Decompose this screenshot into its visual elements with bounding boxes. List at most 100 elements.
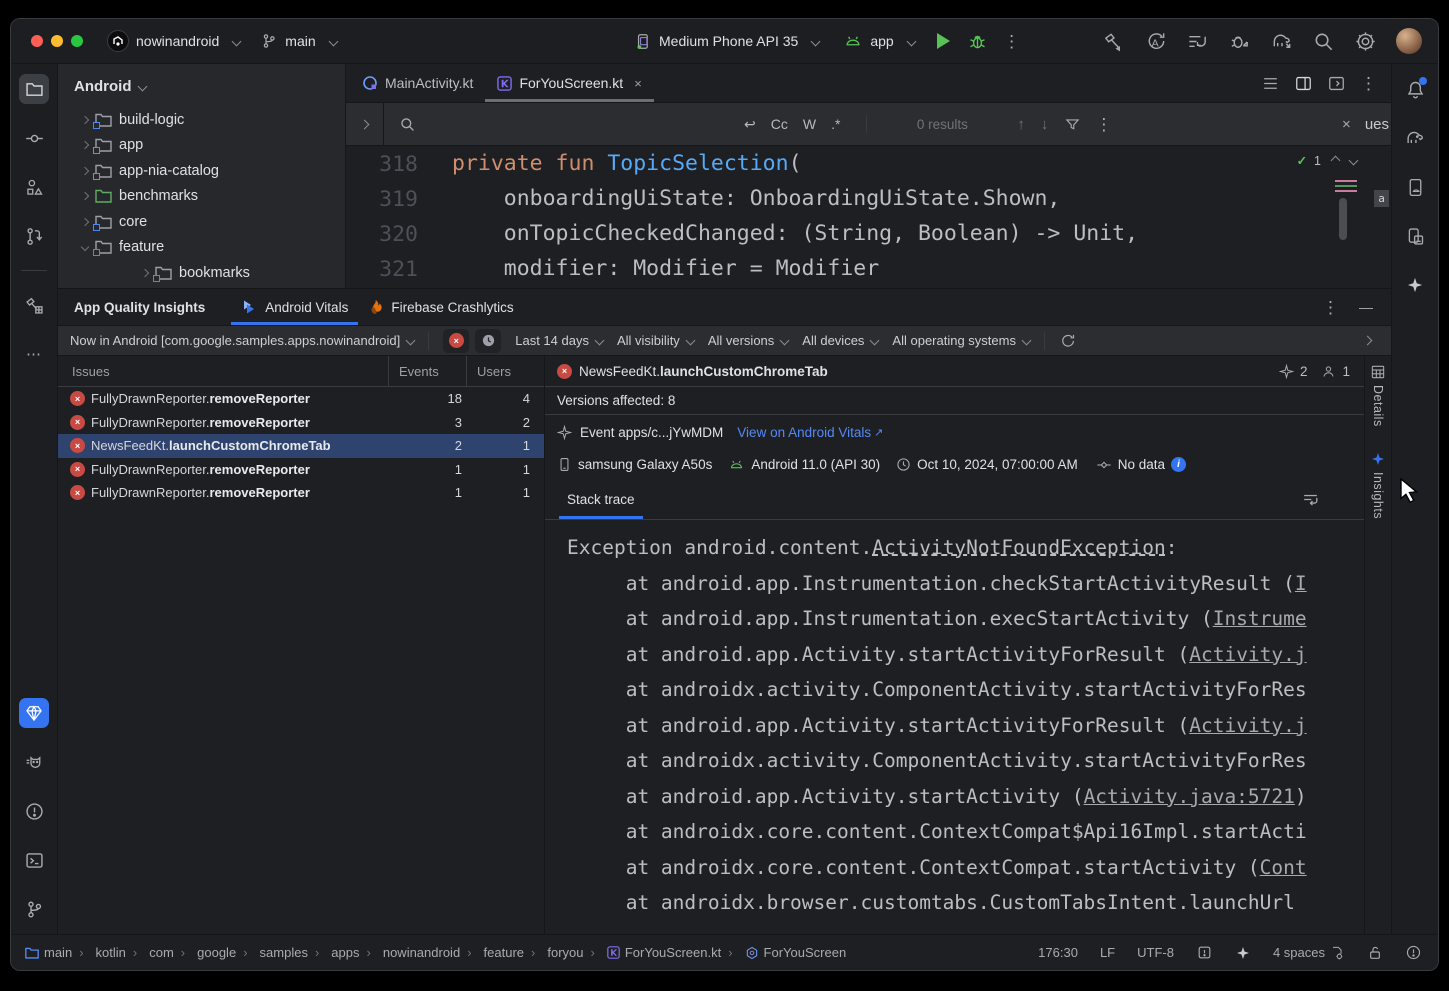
breadcrumb-item[interactable]: nowinandroid	[364, 945, 461, 960]
device-selector[interactable]: Medium Phone API 35	[623, 28, 829, 55]
app-quality-insights-tool-button[interactable]	[19, 698, 49, 728]
source-link[interactable]: Activity.java:5721	[1084, 785, 1295, 808]
search-input[interactable]	[417, 117, 594, 132]
close-tab-icon[interactable]: ×	[634, 76, 642, 91]
project-view-selector[interactable]: Android	[58, 74, 345, 107]
rerun-tasks-icon[interactable]	[1186, 30, 1209, 53]
versions-dropdown[interactable]: All versions	[708, 333, 788, 348]
regex-toggle[interactable]: .*	[831, 116, 840, 132]
tree-item-app-nia-catalog[interactable]: app-nia-catalog	[58, 158, 345, 184]
breadcrumb-item[interactable]: kotlin	[76, 945, 126, 960]
source-link[interactable]: Instrume	[1213, 607, 1307, 630]
column-users[interactable]: Users	[466, 356, 544, 386]
previous-occurrence-icon[interactable]: ↑	[1017, 116, 1025, 133]
breadcrumb-item[interactable]: foryou	[528, 945, 583, 960]
chevron-up-icon[interactable]	[1331, 156, 1341, 166]
words-toggle[interactable]: W	[803, 116, 816, 132]
indent-widget[interactable]: 4 spaces	[1273, 945, 1345, 961]
stack-trace-content[interactable]: Exception android.content.ActivityNotFou…	[545, 520, 1364, 934]
search-more-icon[interactable]: ⋮	[1095, 116, 1112, 133]
code-viewport[interactable]: 318 private fun TopicSelection( 319 onbo…	[346, 146, 1391, 288]
fatal-issues-toggle[interactable]: ×	[443, 329, 469, 353]
tab-stack-trace[interactable]: Stack trace	[559, 480, 643, 519]
terminal-tool-button[interactable]	[19, 845, 49, 875]
sync-run-configuration-icon[interactable]: A	[1144, 30, 1167, 53]
build-tool-button[interactable]	[19, 290, 49, 320]
breadcrumb-item[interactable]: google	[178, 945, 236, 960]
issue-row[interactable]: × FullyDrawnReporter.removeReporter 1 1	[58, 481, 544, 505]
project-tool-button[interactable]	[19, 74, 49, 104]
chevron-down-icon[interactable]	[1349, 156, 1359, 166]
tree-item-app[interactable]: app	[58, 133, 345, 159]
structure-tool-button[interactable]	[19, 172, 49, 202]
breadcrumb-item[interactable]: feature	[464, 945, 524, 960]
inspection-widget[interactable]: ✓ 1	[1297, 153, 1357, 168]
branch-widget[interactable]: main	[250, 28, 346, 54]
source-link[interactable]: Activity.j	[1189, 643, 1306, 666]
user-avatar[interactable]	[1396, 28, 1422, 54]
lock-open-icon[interactable]	[1367, 945, 1383, 961]
expand-search-icon[interactable]	[346, 103, 384, 145]
run-button[interactable]	[929, 26, 959, 56]
gradle-tool-button[interactable]	[1400, 123, 1430, 153]
tab-firebase-crashlytics[interactable]: Firebase Crashlytics	[358, 289, 523, 325]
editor-scrollbar[interactable]	[1335, 178, 1361, 240]
insights-side-tab[interactable]: Insights	[1370, 451, 1386, 519]
tree-item-bookmarks[interactable]: bookmarks	[58, 260, 345, 286]
settings-gear-icon[interactable]	[1354, 30, 1377, 53]
editor-more-icon[interactable]: ⋮	[1360, 75, 1377, 92]
view-on-android-vitals-link[interactable]: View on Android Vitals↗	[737, 425, 883, 440]
split-layout-icon[interactable]	[1294, 74, 1313, 93]
time-range-dropdown[interactable]: Last 14 days	[515, 333, 603, 348]
next-occurrence-icon[interactable]: ↓	[1041, 116, 1049, 133]
run-more-options-button[interactable]: ⋮	[997, 26, 1027, 56]
project-widget[interactable]: nowinandroid	[97, 26, 250, 56]
devices-dropdown[interactable]: All devices	[802, 333, 878, 348]
breadcrumb-item[interactable]: apps	[312, 945, 360, 960]
profile-app-icon[interactable]	[1228, 30, 1251, 53]
encoding[interactable]: UTF-8	[1137, 945, 1174, 960]
column-events[interactable]: Events	[388, 356, 466, 386]
more-tool-windows-button[interactable]: ⋯	[19, 339, 49, 369]
line-ending[interactable]: LF	[1100, 945, 1115, 960]
notifications-button[interactable]	[1400, 74, 1430, 104]
tab-android-vitals[interactable]: Android Vitals	[231, 289, 358, 325]
caret-position[interactable]: 176:30	[1038, 945, 1078, 960]
source-link[interactable]: I	[1295, 572, 1307, 595]
hide-panel-icon[interactable]	[1327, 74, 1346, 93]
refresh-icon[interactable]	[1059, 332, 1076, 349]
visibility-dropdown[interactable]: All visibility	[617, 333, 694, 348]
debug-button[interactable]	[963, 26, 993, 56]
anr-toggle[interactable]	[475, 329, 501, 353]
newline-icon[interactable]: ↩	[744, 116, 756, 133]
logcat-tool-button[interactable]	[19, 747, 49, 777]
tab-mainactivity[interactable]: MainActivity.kt	[350, 64, 485, 102]
readonly-toggle-icon[interactable]	[1196, 944, 1213, 961]
breadcrumb-item[interactable]: samples	[240, 945, 308, 960]
scrollbar-thumb[interactable]	[1339, 198, 1347, 240]
issue-row[interactable]: × FullyDrawnReporter.removeReporter 1 1	[58, 458, 544, 482]
exception-class-link[interactable]: ActivityNotFoundException	[872, 536, 1166, 559]
tree-item-feature[interactable]: feature	[58, 235, 345, 261]
problems-tool-button[interactable]	[19, 796, 49, 826]
tree-item-build-logic[interactable]: build-logic	[58, 107, 345, 133]
firebase-project-selector[interactable]: Now in Android [com.google.samples.apps.…	[70, 333, 414, 348]
tab-foryouscreen[interactable]: ForYouScreen.kt ×	[485, 64, 653, 102]
details-side-tab[interactable]: Details	[1370, 364, 1386, 427]
error-info-icon[interactable]	[1405, 944, 1422, 961]
commit-tool-button[interactable]	[19, 123, 49, 153]
tree-item-core[interactable]: core	[58, 209, 345, 235]
search-everywhere-icon[interactable]	[1312, 30, 1335, 53]
minimize-window-button[interactable]	[51, 35, 63, 47]
run-config-selector[interactable]: app	[833, 27, 924, 55]
minimize-panel-icon[interactable]: —	[1359, 300, 1373, 314]
gradle-sync-icon[interactable]	[1270, 30, 1293, 53]
os-dropdown[interactable]: All operating systems	[892, 333, 1030, 348]
structure-lines-icon[interactable]	[1261, 74, 1280, 93]
running-devices-button[interactable]	[1400, 221, 1430, 251]
issue-row[interactable]: × FullyDrawnReporter.removeReporter 3 2	[58, 411, 544, 435]
column-issues[interactable]: Issues	[58, 364, 388, 379]
match-case-toggle[interactable]: Cc	[771, 116, 788, 132]
issue-row-selected[interactable]: × NewsFeedKt.launchCustomChromeTab 2 1	[58, 434, 544, 458]
close-search-icon[interactable]: ×	[1342, 117, 1351, 132]
